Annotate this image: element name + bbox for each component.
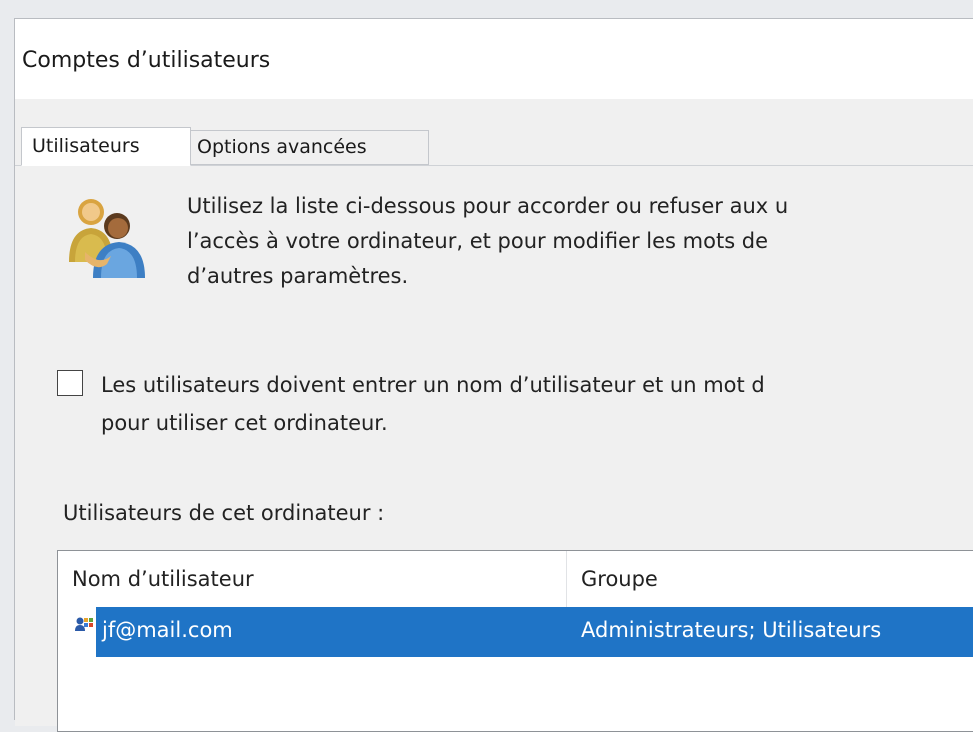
row-username[interactable]: jf@mail.com xyxy=(96,607,567,657)
table-row[interactable]: jf@mail.com Administrateurs; Utilisateur… xyxy=(58,607,973,657)
intro-line: Utilisez la liste ci-dessous pour accord… xyxy=(187,194,789,218)
require-login-label-line: pour utiliser cet ordinateur. xyxy=(101,411,388,435)
tab-options-avancees[interactable]: Options avancées xyxy=(191,130,429,165)
require-login-checkbox[interactable] xyxy=(57,370,83,396)
column-header-username[interactable]: Nom d’utilisateur xyxy=(58,551,567,607)
users-list[interactable]: Nom d’utilisateur Groupe jf@mail.com Adm… xyxy=(57,550,973,732)
window-title: Comptes d’utilisateurs xyxy=(22,48,271,73)
microsoft-account-icon xyxy=(75,617,93,631)
tab-strip: Utilisateurs Options avancées xyxy=(15,99,973,166)
require-login-label[interactable]: Les utilisateurs doivent entrer un nom d… xyxy=(101,366,765,442)
intro-line: d’autres paramètres. xyxy=(187,264,409,288)
require-login-label-line: Les utilisateurs doivent entrer un nom d… xyxy=(101,373,765,397)
title-bar: Comptes d’utilisateurs xyxy=(15,19,973,99)
column-header-group[interactable]: Groupe xyxy=(567,551,973,607)
intro-line: l’accès à votre ordinateur, et pour modi… xyxy=(187,229,769,253)
users-list-caption: Utilisateurs de cet ordinateur : xyxy=(63,501,385,525)
users-icon xyxy=(69,199,145,278)
users-list-header: Nom d’utilisateur Groupe xyxy=(58,551,973,607)
intro-text: Utilisez la liste ci-dessous pour accord… xyxy=(187,189,973,294)
users-tab-panel: Utilisez la liste ci-dessous pour accord… xyxy=(15,166,973,732)
user-accounts-dialog: Comptes d’utilisateurs Utilisateurs Opti… xyxy=(14,18,973,732)
tab-utilisateurs[interactable]: Utilisateurs xyxy=(21,127,191,166)
row-group[interactable]: Administrateurs; Utilisateurs xyxy=(567,607,973,657)
